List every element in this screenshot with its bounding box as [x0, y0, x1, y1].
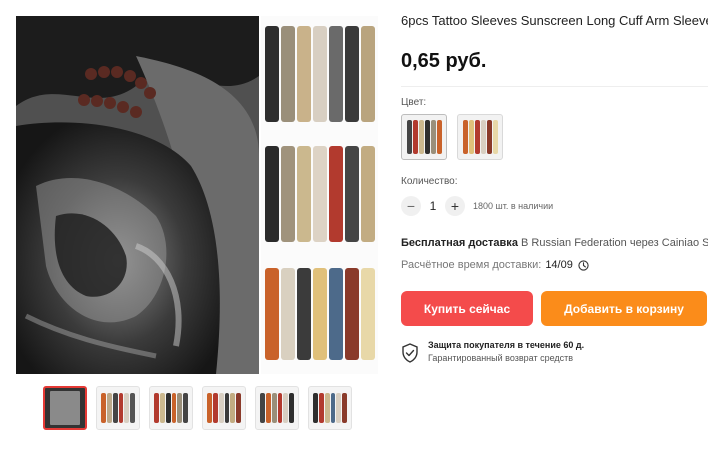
side-product-collage: [261, 16, 378, 374]
color-option-2[interactable]: [457, 114, 503, 160]
quantity-label: Количество:: [401, 176, 458, 187]
sleeve-set-image: [265, 268, 375, 360]
quantity-stepper: − 1 + 1800 шт. в наличии: [401, 196, 553, 216]
thumbnail-1[interactable]: [43, 386, 87, 430]
thumbnail-5[interactable]: [255, 386, 299, 430]
color-option-1[interactable]: [401, 114, 447, 160]
add-to-cart-button[interactable]: Добавить в корзину: [541, 291, 707, 326]
thumbnail-3[interactable]: [149, 386, 193, 430]
color-label: Цвет:: [401, 97, 427, 108]
eta-label: Расчётное время доставки:: [401, 259, 542, 271]
main-product-image[interactable]: [16, 16, 259, 374]
thumbnail-4[interactable]: [202, 386, 246, 430]
thumbnail-strip: [43, 386, 352, 430]
plus-icon[interactable]: +: [445, 196, 465, 216]
sleeve-set-image: [265, 26, 375, 122]
divider: [401, 86, 708, 87]
stock-text: 1800 шт. в наличии: [473, 201, 554, 211]
clock-icon[interactable]: [578, 259, 589, 271]
product-title: 6pcs Tattoo Sleeves Sunscreen Long Cuff …: [401, 13, 708, 28]
delivery-info: Бесплатная доставка В Russian Federation…: [401, 237, 708, 249]
quantity-value[interactable]: 1: [421, 199, 445, 213]
minus-icon[interactable]: −: [401, 196, 421, 216]
buy-now-button[interactable]: Купить сейчас: [401, 291, 533, 326]
sleeve-set-image: [265, 146, 375, 242]
thumbnail-2[interactable]: [96, 386, 140, 430]
delivery-route[interactable]: В Russian Federation через Cainiao Su: [521, 237, 708, 249]
shield-check-icon: [402, 343, 418, 363]
free-delivery-label: Бесплатная доставка: [401, 237, 518, 249]
delivery-eta: Расчётное время доставки: 14/09: [401, 259, 589, 271]
product-info-panel: 6pcs Tattoo Sleeves Sunscreen Long Cuff …: [401, 0, 708, 452]
product-price: 0,65 руб.: [401, 50, 487, 72]
buyer-protection: Защита покупателя в течение 60 д. Гарант…: [401, 340, 584, 363]
thumbnail-6[interactable]: [308, 386, 352, 430]
protection-subtitle: Гарантированный возврат средств: [428, 353, 574, 363]
eta-date: 14/09: [545, 259, 573, 271]
protection-title: Защита покупателя в течение 60 д.: [428, 340, 585, 350]
